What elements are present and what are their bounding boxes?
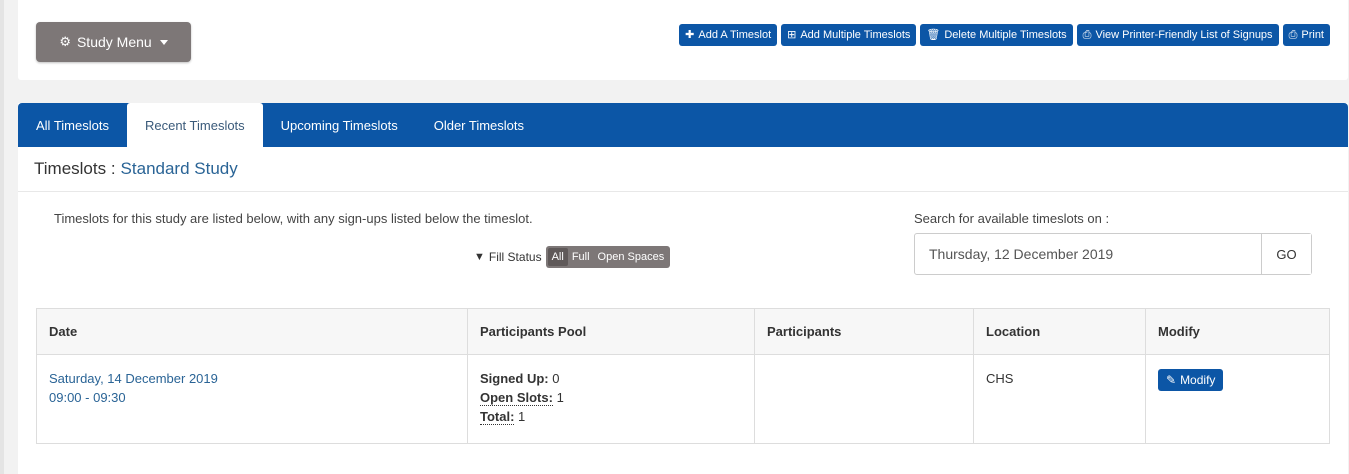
modify-cell: ✎ Modify [1145, 354, 1330, 444]
page-title: Timeslots : Standard Study [18, 147, 1348, 192]
printer-friendly-list-label: View Printer-Friendly List of Signups [1095, 29, 1273, 41]
table-header-row: Date Participants Pool Participants Loca… [36, 308, 1330, 355]
add-multiple-timeslots-button[interactable]: ⊞ Add Multiple Timeslots [781, 24, 917, 46]
delete-multiple-timeslots-label: Delete Multiple Timeslots [944, 29, 1067, 41]
intro-text: Timeslots for this study are listed belo… [54, 211, 533, 226]
tab-recent-timeslots[interactable]: Recent Timeslots [126, 103, 263, 147]
add-multiple-timeslots-label: Add Multiple Timeslots [800, 29, 911, 41]
fill-status-label: Fill Status [488, 250, 542, 264]
add-timeslot-label: Add A Timeslot [698, 29, 772, 41]
location-cell: CHS [973, 354, 1146, 444]
filter-full-button[interactable]: Full [568, 248, 594, 266]
filter-all-button[interactable]: All [547, 248, 568, 266]
modify-label: Modify [1180, 372, 1216, 387]
column-header-participants: Participants [754, 308, 974, 355]
fill-status-options: All Full Open Spaces [545, 246, 671, 268]
date-search: GO [914, 233, 1312, 275]
open-slots-value: 1 [556, 390, 564, 405]
printer-icon: ⎙ [1288, 28, 1298, 41]
trash-icon: 🗑 [926, 28, 941, 41]
open-slots-line: Open Slots: 1 [480, 388, 742, 407]
column-header-modify: Modify [1145, 308, 1330, 355]
participants-cell [754, 354, 974, 444]
tab-bar: All Timeslots Recent Timeslots Upcoming … [18, 103, 1348, 147]
study-menu-label: Study Menu [76, 34, 152, 50]
signed-up-label: Signed Up: [480, 371, 549, 386]
action-buttons: ✚ Add A Timeslot ⊞ Add Multiple Timeslot… [679, 24, 1330, 46]
signed-up-value: 0 [552, 371, 560, 386]
caret-down-icon [159, 39, 168, 45]
open-slots-label: Open Slots: [480, 390, 553, 406]
column-header-participants-pool: Participants Pool [467, 308, 755, 355]
study-name-link[interactable]: Standard Study [121, 159, 238, 179]
table-row: Saturday, 14 December 2019 09:00 - 09:30… [36, 354, 1330, 444]
left-edge [0, 0, 4, 474]
timeslot-time-link[interactable]: 09:00 - 09:30 [49, 388, 455, 407]
total-value: 1 [518, 409, 526, 424]
toolbar-card: ⚙ Study Menu ✚ Add A Timeslot ⊞ Add Mult… [18, 0, 1348, 80]
participants-pool-cell: Signed Up: 0 Open Slots: 1 Total: 1 [467, 354, 755, 444]
total-line: Total: 1 [480, 407, 742, 426]
timeslots-table: Date Participants Pool Participants Loca… [36, 308, 1330, 444]
tab-all-timeslots[interactable]: All Timeslots [18, 103, 127, 147]
tab-upcoming-timeslots[interactable]: Upcoming Timeslots [263, 103, 416, 147]
modify-button[interactable]: ✎ Modify [1158, 369, 1224, 391]
plus-square-icon: ⊞ [787, 28, 797, 41]
column-header-location: Location [973, 308, 1146, 355]
date-cell: Saturday, 14 December 2019 09:00 - 09:30 [36, 354, 468, 444]
print-button[interactable]: ⎙ Print [1282, 24, 1330, 46]
date-search-input[interactable] [915, 234, 1261, 274]
delete-multiple-timeslots-button[interactable]: 🗑 Delete Multiple Timeslots [920, 24, 1073, 46]
total-label: Total: [480, 409, 515, 425]
column-header-date: Date [36, 308, 468, 355]
page-title-prefix: Timeslots : [34, 159, 116, 178]
printer-friendly-list-button[interactable]: ⎙ View Printer-Friendly List of Signups [1076, 24, 1279, 46]
search-label: Search for available timeslots on : [914, 211, 1110, 226]
go-button[interactable]: GO [1261, 234, 1311, 274]
timeslot-date-link[interactable]: Saturday, 14 December 2019 [49, 369, 455, 388]
tab-older-timeslots[interactable]: Older Timeslots [416, 103, 542, 147]
study-menu-button[interactable]: ⚙ Study Menu [36, 22, 191, 62]
fill-status-filter: ▼ Fill Status All Full Open Spaces [474, 246, 671, 268]
filter-icon: ▼ [474, 251, 485, 263]
print-label: Print [1301, 29, 1324, 41]
plus-icon: ✚ [685, 28, 695, 41]
edit-icon: ✎ [1166, 372, 1177, 387]
cogs-icon: ⚙ [59, 34, 71, 49]
signed-up-line: Signed Up: 0 [480, 369, 742, 388]
printer-icon: ⎙ [1082, 28, 1092, 41]
timeslots-panel: All Timeslots Recent Timeslots Upcoming … [18, 103, 1348, 474]
add-timeslot-button[interactable]: ✚ Add A Timeslot [679, 24, 778, 46]
filter-open-spaces-button[interactable]: Open Spaces [594, 248, 669, 266]
